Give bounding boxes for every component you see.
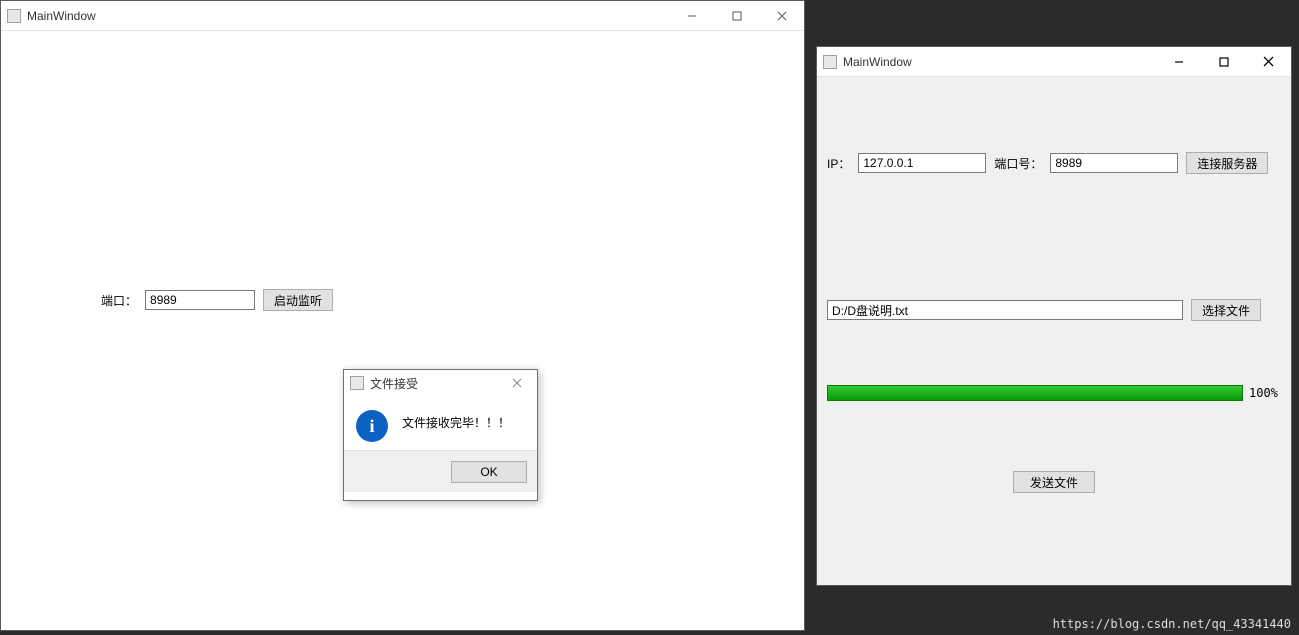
client-window-title: MainWindow [843, 55, 1156, 69]
connect-server-button[interactable]: 连接服务器 [1186, 152, 1268, 174]
watermark-text: https://blog.csdn.net/qq_43341440 [1053, 617, 1291, 631]
choose-file-button[interactable]: 选择文件 [1191, 299, 1261, 321]
send-file-button[interactable]: 发送文件 [1013, 471, 1095, 493]
start-listen-button[interactable]: 启动监听 [263, 289, 333, 311]
progress-percent: 100% [1249, 386, 1278, 400]
maximize-icon[interactable] [714, 1, 759, 30]
close-icon[interactable] [1246, 47, 1291, 76]
ip-input[interactable] [858, 153, 986, 173]
info-icon: i [356, 410, 388, 442]
dialog-title: 文件接受 [370, 375, 497, 392]
minimize-icon[interactable] [1156, 47, 1201, 76]
minimize-icon[interactable] [669, 1, 714, 30]
app-icon [350, 376, 364, 390]
client-window: MainWindow IP： 端口号： 连接服务器 选择文件 [816, 46, 1292, 586]
server-window-title: MainWindow [27, 9, 669, 23]
port-input[interactable] [145, 290, 255, 310]
maximize-icon[interactable] [1201, 47, 1246, 76]
file-path-input[interactable] [827, 300, 1183, 320]
app-icon [823, 55, 837, 69]
server-window: MainWindow 端口： 启动监听 文件接受 [0, 0, 805, 631]
progress-bar [827, 385, 1243, 401]
ip-label: IP： [827, 155, 850, 172]
client-titlebar: MainWindow [817, 47, 1291, 77]
ok-button[interactable]: OK [451, 461, 527, 483]
window-controls [1156, 47, 1291, 76]
client-port-input[interactable] [1050, 153, 1178, 173]
port-label: 端口： [101, 292, 137, 309]
close-icon[interactable] [497, 370, 537, 396]
server-titlebar: MainWindow [1, 1, 804, 31]
file-received-dialog: 文件接受 i 文件接收完毕！！！ OK [343, 369, 538, 501]
close-icon[interactable] [759, 1, 804, 30]
client-port-label: 端口号： [994, 155, 1042, 172]
app-icon [7, 9, 21, 23]
dialog-message: 文件接收完毕！！！ [402, 410, 510, 431]
window-controls [669, 1, 804, 30]
